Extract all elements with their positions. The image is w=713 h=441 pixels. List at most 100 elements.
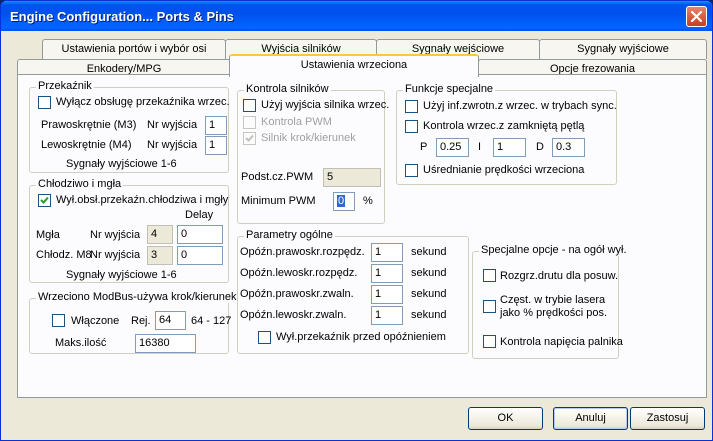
coolant-footer: Sygnały wyjściowe 1-6 [66,269,177,281]
apply-button[interactable]: Zastosuj [630,407,705,430]
coolant-group: Chłodziwo i mgła Wył.obsł.przekaźn.chłod… [29,178,229,283]
modbus-max-label: Maks.ilość [55,337,107,349]
mist-delay-input[interactable]: 0 [177,225,223,244]
spindle-feedback-label: Użyj inf.zwrotn.z wrzec. w trybach sync. [423,100,617,112]
modbus-max-input[interactable]: 16380 [135,334,196,353]
p-input[interactable]: 0.25 [436,138,469,157]
ccw-spindown-label: Opóźn.lewoskr.zwaln. [240,309,347,321]
pwm-control-checkbox[interactable] [243,116,256,129]
checkmark-icon [40,196,49,204]
cw-spinup-input[interactable]: 1 [371,243,403,262]
coolant-group-title: Chłodziwo i mgła [36,178,124,190]
relay-ccw-pin-label: Nr wyjścia [147,139,198,151]
motor-control-title: Kontrola silników [244,83,331,95]
d-label: D [536,141,544,153]
modbus-enabled-label: Włączone [71,315,120,327]
min-pwm-unit: % [363,195,373,207]
general-params-group: Parametry ogólne Opóźn.prawoskr.rozpędz.… [237,229,469,354]
general-params-title: Parametry ogólne [244,229,335,241]
speed-averaging-label: Uśrednianie prędkości wrzeciona [423,164,585,176]
special-functions-title: Funkcje specjalne [403,83,496,95]
window-title: Engine Configuration... Ports & Pins [10,9,234,24]
ccw-spinup-unit: sekund [411,267,447,279]
relay-cw-label: Prawoskrętnie (M3) [41,119,137,131]
tab-panel: Przekaźnik Wyłącz obsługę przekaźnika wr… [17,74,707,398]
config-window: Engine Configuration... Ports & Pins Ust… [0,0,713,441]
modbus-reg-range: 64 - 127 [191,315,232,327]
use-spindle-output-checkbox[interactable] [243,99,256,112]
ccw-spinup-input[interactable]: 1 [371,264,403,283]
checkmark-icon [245,134,254,142]
tab-output-signals[interactable]: Sygnały wyjściowe [539,39,707,59]
relay-before-delay-label: Wył.przekaźnik przed opóźnieniem [276,331,446,343]
flood-label: Chłodz. M8 [36,249,92,261]
relay-disable-checkbox[interactable] [38,96,51,109]
relay-ccw-pin-input[interactable]: 1 [205,136,227,155]
cancel-button[interactable]: Anuluj [553,407,628,430]
pwm-base-input[interactable]: 5 [323,168,381,187]
speed-averaging-checkbox[interactable] [405,164,418,177]
step-dir-checkbox[interactable] [243,132,256,145]
relay-cw-pin-label: Nr wyjścia [147,119,198,131]
d-input[interactable]: 0.3 [552,138,585,157]
coolant-delay-header: Delay [185,209,214,221]
relay-footer: Sygnały wyjściowe 1-6 [66,158,177,170]
relay-group: Przekaźnik Wyłącz obsługę przekaźnika wr… [29,80,230,173]
motor-control-group: Kontrola silników Użyj wyjścia silnika w… [237,83,389,224]
modbus-group-title: Wrzeciono ModBus-używa krok/kierunek [36,291,239,303]
mist-pin-input[interactable]: 4 [147,225,173,244]
modbus-enabled-checkbox[interactable] [52,314,65,327]
torch-voltage-checkbox[interactable] [483,335,496,348]
spindle-feedback-checkbox[interactable] [405,100,418,113]
mist-pin-label: Nr wyjścia [90,229,141,241]
relay-disable-label: Wyłącz obsługę przekaźnika wrzec. [56,96,230,108]
laser-freq-label-line1: Częst. w trybie lasera [500,294,606,306]
cw-spinup-unit: sekund [411,246,447,258]
ccw-spindown-input[interactable]: 1 [371,306,403,325]
hotwire-label: Rozgrz.drutu dla posuw. [500,270,619,282]
modbus-reg-label: Rej. [131,315,151,327]
ok-button[interactable]: OK [468,407,543,430]
i-label: I [478,141,482,153]
modbus-reg-input[interactable]: 64 [155,311,186,330]
step-dir-label: Silnik krok/kierunek [261,132,356,144]
hotwire-checkbox[interactable] [483,269,496,282]
relay-ccw-label: Lewoskrętnie (M4) [41,139,132,151]
closed-loop-checkbox[interactable] [405,120,418,133]
flood-pin-input[interactable]: 3 [147,246,173,265]
use-spindle-output-label: Użyj wyjścia silnika wrzec. [261,99,390,111]
min-pwm-value: 0 [337,195,346,207]
coolant-disable-checkbox[interactable] [38,194,51,207]
coolant-disable-label: Wył.obsł.przekaźn.chłodziwa i mgły [56,194,229,206]
relay-before-delay-checkbox[interactable] [258,331,271,344]
close-icon [691,11,702,22]
close-button[interactable] [686,6,707,27]
pwm-control-label: Kontrola PWM [261,116,332,128]
relay-group-title: Przekaźnik [36,80,94,92]
cw-spinup-label: Opóźn.prawoskr.rozpędz. [240,246,365,258]
title-bar[interactable]: Engine Configuration... Ports & Pins [1,1,712,31]
tab-port-setup[interactable]: Ustawienia portów i wybór osi [42,39,226,59]
cw-spindown-unit: sekund [411,288,447,300]
pwm-base-label: Podst.cz.PWM [241,171,314,183]
flood-delay-input[interactable]: 0 [177,246,223,265]
relay-cw-pin-input[interactable]: 1 [205,116,227,135]
cw-spindown-label: Opóźn.prawoskr.zwaln. [240,288,354,300]
min-pwm-label: Minimum PWM [241,195,316,207]
mist-label: Mgła [36,229,60,241]
p-label: P [420,141,428,153]
dialog-client: Ustawienia portów i wybór osi Wyjścia si… [4,31,709,438]
min-pwm-input[interactable]: 0 [333,192,355,211]
special-options-title: Specjalne opcje - na ogół wył. [479,244,629,256]
laser-freq-checkbox[interactable] [483,300,496,313]
special-options-group: Specjalne opcje - na ogół wył. Rozgrz.dr… [472,244,629,359]
tab-spindle-setup[interactable]: Ustawienia wrzeciona [229,54,479,77]
closed-loop-label: Kontrola wrzec.z zamkniętą pętlą [423,120,585,132]
torch-voltage-label: Kontrola napięcia palnika [500,336,623,348]
cw-spindown-input[interactable]: 1 [371,285,403,304]
ccw-spinup-label: Opóźn.lewoskr.rozpędz. [240,267,358,279]
i-input[interactable]: 1 [493,138,526,157]
laser-freq-label-line2: jako % prędkości pos. [500,307,607,319]
flood-pin-label: Nr wyjścia [90,249,141,261]
special-functions-group: Funkcje specjalne Użyj inf.zwrotn.z wrze… [396,83,617,185]
